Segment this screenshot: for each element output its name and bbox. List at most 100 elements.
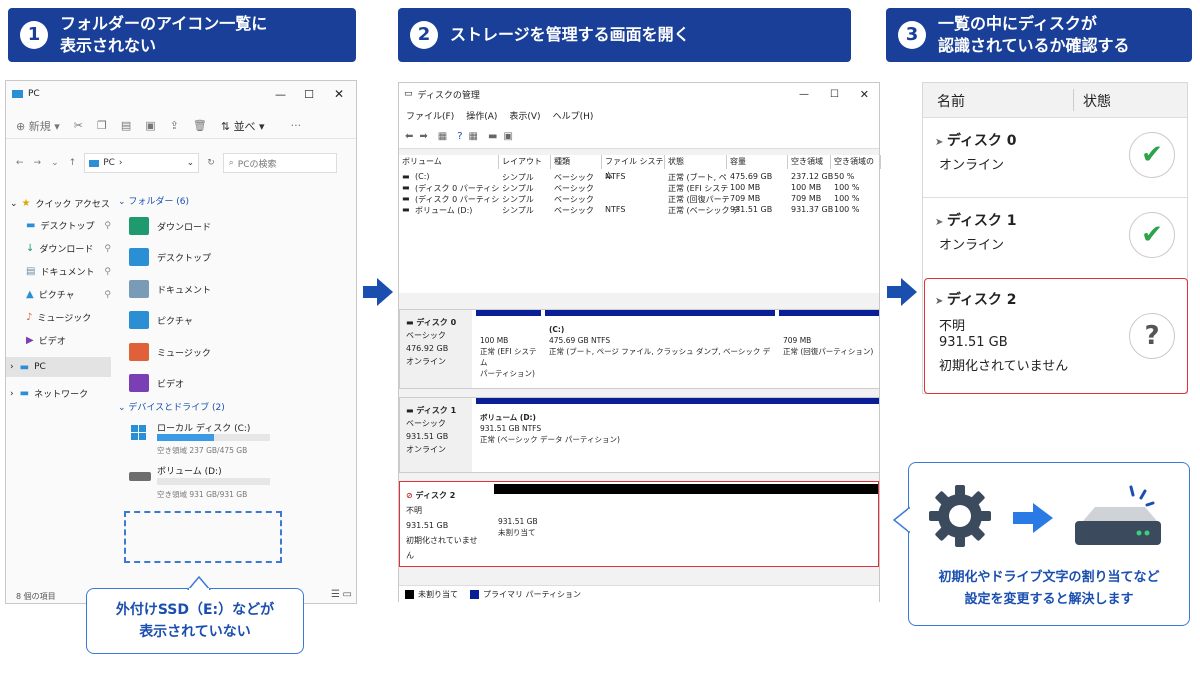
nav-network[interactable]: › ▬ ネットワーク — [10, 387, 88, 400]
nav-download[interactable]: ↓ ダウンロード ⚲ — [26, 242, 111, 255]
drive-c[interactable]: ローカル ディスク (C:) 空き領域 237 GB/475 GB — [129, 419, 279, 459]
minimize-icon[interactable]: — — [799, 89, 809, 100]
back-icon[interactable]: ⬅ — [405, 131, 413, 142]
volume-row[interactable]: ▬ (ディスク 0 パーティシ シンプル ベーシック 正常 (EFI システ 100 M… — [399, 183, 879, 194]
down-icon[interactable]: ⌄ — [51, 158, 59, 168]
nav-music[interactable]: ♪ ミュージック — [26, 311, 91, 324]
folder-desktop[interactable]: デスクトップ — [129, 248, 211, 266]
folder-music[interactable]: ミュージック — [129, 343, 211, 361]
disk-type: ベーシック — [406, 331, 446, 340]
column-header[interactable]: 容量 — [727, 155, 788, 169]
disk-size: 476.92 GB — [406, 344, 449, 353]
close-icon[interactable]: ✕ — [860, 88, 869, 101]
volume-row[interactable]: ▬ ボリューム (D:) シンプル ベーシック NTFS 正常 (ベーシック デ 931.… — [399, 205, 879, 216]
new-button[interactable]: ⊕ 新規 ▾ — [16, 118, 60, 134]
column-header[interactable]: 状態 — [665, 155, 727, 169]
disk-1-row[interactable]: ▬ ディスク 1 ベーシック 931.51 GB オンライン ボリューム (D:… — [399, 397, 879, 473]
music-icon: ♪ — [26, 312, 33, 323]
volume-cell: 709 MB — [730, 194, 761, 203]
panel-disk-2[interactable]: ➤ ディスク 2 不明 931.51 GB 初期化されていません ? — [924, 278, 1188, 394]
help-icon[interactable]: ? — [457, 131, 462, 142]
folder-video[interactable]: ビデオ — [129, 374, 184, 392]
column-header[interactable]: 空き領域の — [831, 155, 881, 169]
search-icon: ⌕ — [228, 158, 234, 168]
column-status[interactable]: 状態 — [1083, 91, 1111, 111]
disk-2-row[interactable]: ⊘ ディスク 2 不明 931.51 GB 初期化されていません 931.51 … — [399, 481, 879, 567]
partition-d[interactable]: ボリューム (D:) 931.51 GB NTFS 正常 (ベーシック データ … — [476, 398, 879, 472]
pc-icon — [89, 159, 100, 167]
column-header[interactable]: レイアウト — [499, 155, 551, 169]
document-icon: ▤ — [26, 266, 36, 277]
menu-action[interactable]: 操作(A) — [466, 109, 497, 122]
volume-cell: 正常 (EFI システ — [668, 184, 729, 193]
volume-cell: シンプル — [502, 184, 534, 193]
disk-icon[interactable]: ▬ — [488, 131, 497, 142]
disk-info: ▬ ディスク 1 ベーシック 931.51 GB オンライン — [400, 398, 472, 472]
folder-label: ピクチャ — [157, 316, 193, 327]
more-icon[interactable]: ··· — [291, 119, 302, 132]
drives-header-label: デバイスとドライブ (2) — [128, 403, 225, 413]
details-view-icon[interactable]: ☰ — [331, 589, 340, 600]
forward-icon[interactable]: → — [34, 158, 42, 168]
volume-row[interactable]: ▬ (C:) シンプル ベーシック NTFS 正常 (ブート, ペ 475.69 GB 23… — [399, 172, 879, 183]
cut-icon[interactable]: ✂ — [74, 119, 83, 132]
menu-help[interactable]: ヘルプ(H) — [553, 109, 594, 122]
folder-documents[interactable]: ドキュメント — [129, 280, 211, 298]
unallocated-space[interactable]: 931.51 GB 未割り当て — [494, 484, 878, 564]
panel-disk-1[interactable]: ➤ ディスク 1 オンライン ✔ — [923, 197, 1187, 277]
partition[interactable]: 100 MB 正常 (EFI システム パーティション) — [476, 310, 541, 388]
nav-pictures[interactable]: ▲ ピクチャ ⚲ — [26, 288, 111, 301]
column-header[interactable]: 種類 — [551, 155, 602, 169]
panel-disk-0[interactable]: ➤ ディスク 0 オンライン ✔ — [923, 117, 1187, 197]
nav-documents[interactable]: ▤ ドキュメント ⚲ — [26, 265, 111, 278]
column-divider — [1073, 89, 1074, 111]
folder-pictures[interactable]: ピクチャ — [129, 311, 193, 329]
sort-button[interactable]: ⇅ 並べ ▾ — [221, 118, 265, 134]
disk-status-panel: 名前 状態 ➤ ディスク 0 オンライン ✔ ➤ ディスク 1 オンライン ✔ … — [922, 82, 1188, 394]
forward-icon[interactable]: ➡ — [419, 131, 427, 142]
volume-cell: NTFS — [605, 205, 626, 214]
address-bar[interactable]: PC › ⌄ — [84, 153, 200, 173]
maximize-icon[interactable]: ☐ — [304, 88, 314, 101]
delete-icon[interactable]: 🗑 — [193, 119, 207, 132]
maximize-icon[interactable]: ☐ — [830, 89, 839, 100]
network-icon: ▬ — [19, 388, 30, 399]
back-icon[interactable]: ← — [16, 158, 24, 168]
nav-desktop[interactable]: ▬ デスクトップ ⚲ — [26, 219, 111, 232]
partition[interactable]: 709 MB 正常 (回復パーティション) — [779, 310, 879, 388]
settings-icon[interactable]: ▣ — [503, 131, 512, 142]
folder-download[interactable]: ダウンロード — [129, 217, 211, 235]
column-header[interactable]: 空き領域 — [788, 155, 831, 169]
tiles-view-icon[interactable]: ▭ — [343, 589, 352, 600]
nav-label: ビデオ — [38, 337, 66, 347]
column-header[interactable]: ファイル システム — [602, 155, 665, 180]
menu-file[interactable]: ファイル(F) — [406, 109, 454, 122]
volume-row[interactable]: ▬ (ディスク 0 パーティシ シンプル ベーシック 正常 (回復パーテ 709 MB 7… — [399, 194, 879, 205]
disk-state: オンライン — [406, 445, 446, 454]
drive-d[interactable]: ボリューム (D:) 空き領域 931 GB/931 GB — [129, 463, 279, 503]
folders-header[interactable]: ⌄ フォルダー (6) — [118, 194, 189, 207]
nav-pc[interactable]: › ▬ PC — [6, 357, 111, 377]
chevron-right-icon: ➤ — [935, 217, 947, 228]
minimize-icon[interactable]: — — [275, 88, 286, 101]
disk-0-row[interactable]: ▬ ディスク 0 ベーシック 476.92 GB オンライン 100 MB 正常… — [399, 309, 879, 389]
paste-icon[interactable]: ▤ — [121, 119, 131, 132]
column-header[interactable]: ボリューム — [399, 155, 499, 169]
nav-quick-access[interactable]: ⌄ ★ クイック アクセス — [10, 197, 110, 210]
disk-graph-area: ▬ ディスク 0 ベーシック 476.92 GB オンライン 100 MB 正常… — [399, 301, 879, 583]
partition-c[interactable]: (C:) 475.69 GB NTFS 正常 (ブート, ページ ファイル, ク… — [545, 310, 775, 388]
rename-icon[interactable]: ▣ — [145, 119, 155, 132]
close-icon[interactable]: ✕ — [334, 87, 344, 101]
properties-icon[interactable]: ▦ — [469, 131, 478, 142]
list-icon[interactable]: ▦ — [438, 131, 447, 142]
copy-icon[interactable]: ❐ — [97, 119, 107, 132]
drives-header[interactable]: ⌄ デバイスとドライブ (2) — [118, 400, 225, 413]
up-icon[interactable]: ↑ — [69, 158, 77, 168]
search-input[interactable]: ⌕ PCの検索 — [222, 153, 337, 173]
status-bar: 8 個の項目 — [16, 591, 56, 602]
column-name[interactable]: 名前 — [937, 91, 965, 111]
refresh-icon[interactable]: ↻ — [207, 158, 215, 168]
menu-view[interactable]: 表示(V) — [509, 109, 540, 122]
share-icon[interactable]: ⇪ — [170, 119, 179, 132]
nav-video[interactable]: ▶ ビデオ — [26, 334, 66, 347]
